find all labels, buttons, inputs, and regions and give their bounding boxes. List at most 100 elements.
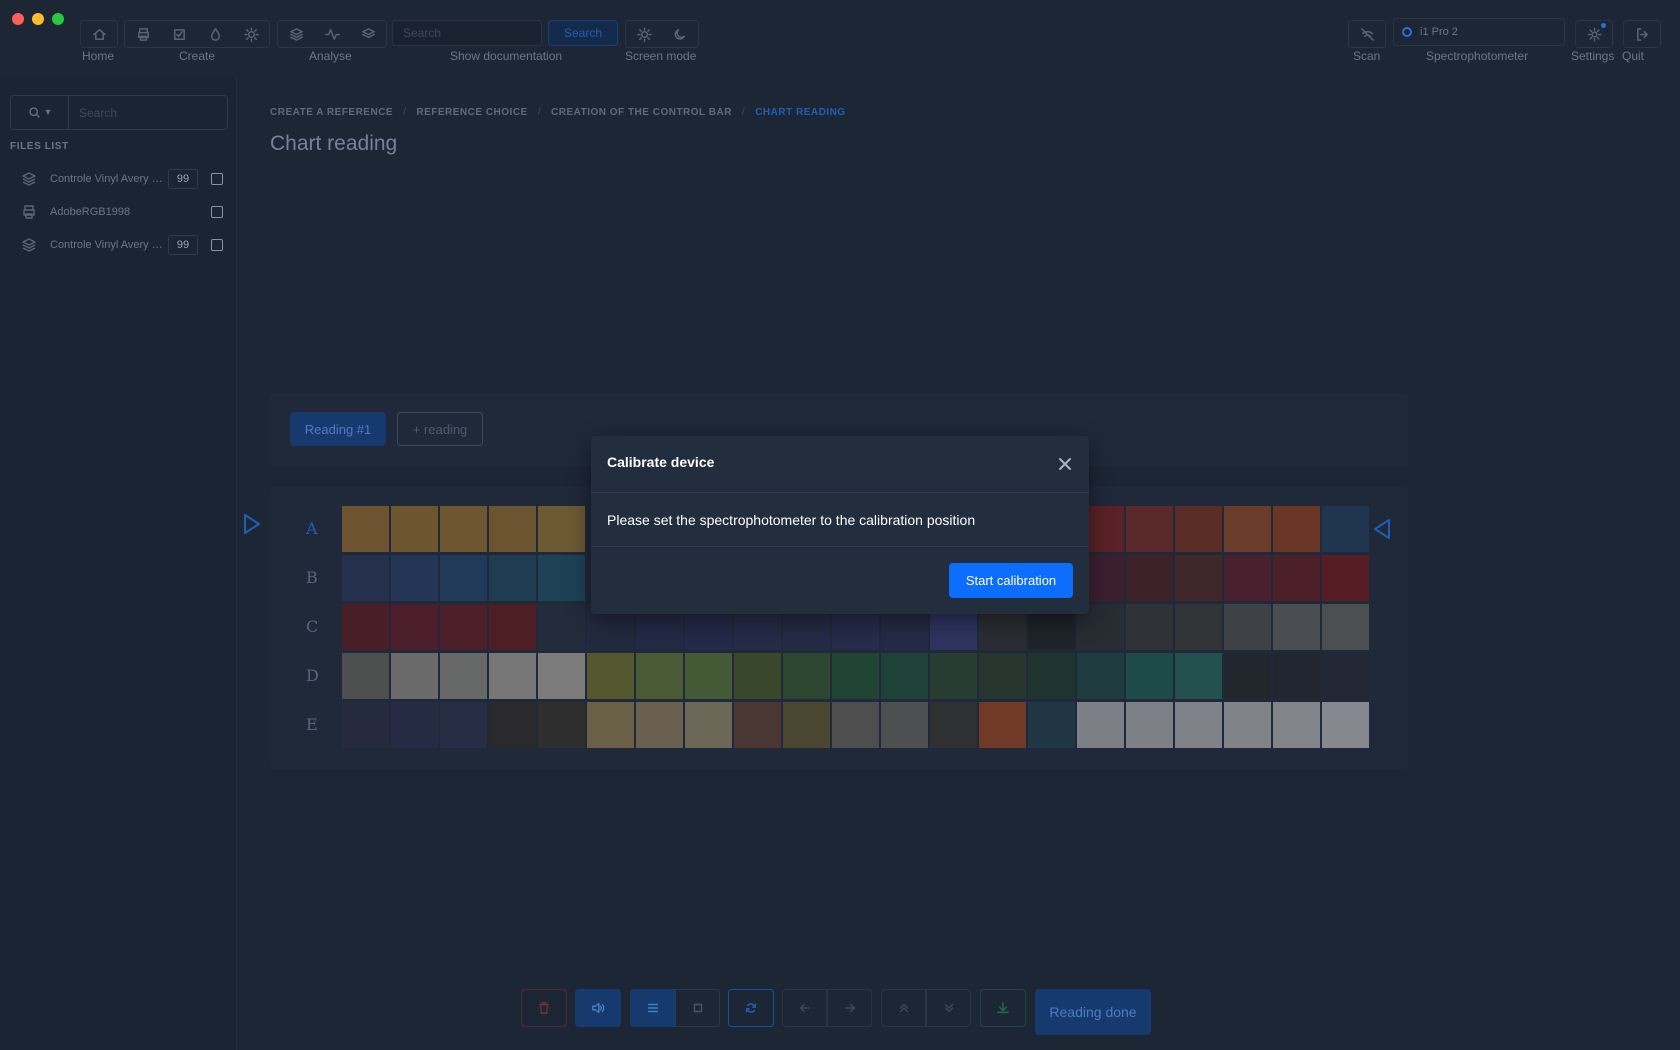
- color-patch[interactable]: [979, 653, 1026, 699]
- color-patch[interactable]: [391, 555, 438, 601]
- file-item[interactable]: AdobeRGB1998: [18, 197, 223, 227]
- color-patch[interactable]: [832, 702, 879, 748]
- color-patch[interactable]: [1224, 604, 1271, 650]
- color-patch[interactable]: [636, 702, 683, 748]
- scan-button[interactable]: [1349, 21, 1385, 47]
- color-patch[interactable]: [1273, 653, 1320, 699]
- add-reading-button[interactable]: + reading: [397, 412, 483, 446]
- color-patch[interactable]: [538, 702, 585, 748]
- sidebar-search-input[interactable]: Search: [69, 96, 227, 129]
- color-patch[interactable]: [342, 702, 389, 748]
- file-checkbox[interactable]: [211, 239, 223, 251]
- color-patch[interactable]: [1126, 702, 1173, 748]
- start-calibration-button[interactable]: Start calibration: [949, 563, 1073, 598]
- file-checkbox[interactable]: [211, 206, 223, 218]
- color-patch[interactable]: [1126, 506, 1173, 552]
- color-patch[interactable]: [440, 555, 487, 601]
- delete-button[interactable]: [521, 989, 567, 1027]
- file-item[interactable]: Controle Vinyl Avery - ... 99: [18, 164, 223, 194]
- color-patch[interactable]: [783, 702, 830, 748]
- settings-button[interactable]: [1576, 21, 1612, 47]
- color-patch[interactable]: [440, 653, 487, 699]
- move-up-button[interactable]: [881, 989, 926, 1027]
- color-patch[interactable]: [1028, 653, 1075, 699]
- color-patch[interactable]: [538, 604, 585, 650]
- color-patch[interactable]: [1322, 702, 1369, 748]
- single-view-button[interactable]: [675, 989, 720, 1027]
- color-patch[interactable]: [1273, 506, 1320, 552]
- color-patch[interactable]: [881, 702, 928, 748]
- doc-search-input[interactable]: Search: [392, 20, 542, 46]
- color-patch[interactable]: [734, 702, 781, 748]
- color-patch[interactable]: [1224, 506, 1271, 552]
- color-patch[interactable]: [1175, 653, 1222, 699]
- color-patch[interactable]: [342, 555, 389, 601]
- color-patch[interactable]: [538, 555, 585, 601]
- color-patch[interactable]: [587, 702, 634, 748]
- home-button[interactable]: [81, 21, 117, 47]
- activity-button[interactable]: [314, 21, 350, 47]
- color-patch[interactable]: [1322, 506, 1369, 552]
- color-patch[interactable]: [685, 653, 732, 699]
- color-patch[interactable]: [489, 604, 536, 650]
- color-patch[interactable]: [489, 653, 536, 699]
- color-patch[interactable]: [391, 653, 438, 699]
- color-patch[interactable]: [1175, 702, 1222, 748]
- ink-button[interactable]: [197, 21, 233, 47]
- color-patch[interactable]: [1224, 555, 1271, 601]
- color-patch[interactable]: [636, 653, 683, 699]
- color-patch[interactable]: [1273, 604, 1320, 650]
- color-patch[interactable]: [930, 653, 977, 699]
- color-patch[interactable]: [1322, 653, 1369, 699]
- color-patch[interactable]: [1126, 555, 1173, 601]
- color-patch[interactable]: [538, 506, 585, 552]
- color-patch[interactable]: [1322, 555, 1369, 601]
- color-patch[interactable]: [440, 702, 487, 748]
- sound-button[interactable]: [575, 989, 621, 1027]
- breadcrumb-item[interactable]: CREATION OF THE CONTROL BAR: [551, 107, 732, 118]
- dark-mode-button[interactable]: [662, 21, 698, 47]
- color-patch[interactable]: [979, 702, 1026, 748]
- color-patch[interactable]: [342, 653, 389, 699]
- color-patch[interactable]: [734, 653, 781, 699]
- play-right-icon[interactable]: [243, 513, 261, 535]
- export-button[interactable]: [980, 989, 1026, 1027]
- reading-done-button[interactable]: Reading done: [1035, 989, 1151, 1035]
- quit-button[interactable]: [1624, 21, 1660, 47]
- layers-button[interactable]: [278, 21, 314, 47]
- checklist-button[interactable]: [161, 21, 197, 47]
- file-checkbox[interactable]: [211, 173, 223, 185]
- color-patch[interactable]: [391, 604, 438, 650]
- color-patch[interactable]: [440, 604, 487, 650]
- color-patch[interactable]: [783, 653, 830, 699]
- color-patch[interactable]: [1224, 653, 1271, 699]
- color-patch[interactable]: [342, 506, 389, 552]
- color-patch[interactable]: [1273, 702, 1320, 748]
- previous-button[interactable]: [782, 989, 827, 1027]
- file-item[interactable]: Controle Vinyl Avery - ... 99: [18, 230, 223, 260]
- color-patch[interactable]: [391, 702, 438, 748]
- light-mode-button[interactable]: [626, 21, 662, 47]
- color-patch[interactable]: [685, 702, 732, 748]
- stack-button[interactable]: [350, 21, 386, 47]
- color-patch[interactable]: [930, 702, 977, 748]
- color-patch[interactable]: [832, 653, 879, 699]
- color-patch[interactable]: [1322, 604, 1369, 650]
- breadcrumb-item[interactable]: REFERENCE CHOICE: [416, 107, 527, 118]
- color-patch[interactable]: [1175, 506, 1222, 552]
- color-patch[interactable]: [1175, 555, 1222, 601]
- color-patch[interactable]: [342, 604, 389, 650]
- color-patch[interactable]: [538, 653, 585, 699]
- color-patch[interactable]: [1175, 604, 1222, 650]
- color-patch[interactable]: [1273, 555, 1320, 601]
- color-patch[interactable]: [1028, 702, 1075, 748]
- list-view-button[interactable]: [630, 989, 675, 1027]
- color-patch[interactable]: [1126, 604, 1173, 650]
- refresh-button[interactable]: [728, 989, 774, 1027]
- color-patch[interactable]: [1077, 653, 1124, 699]
- spectrophotometer-select[interactable]: i1 Pro 2: [1393, 18, 1565, 46]
- color-patch[interactable]: [587, 653, 634, 699]
- color-patch[interactable]: [881, 653, 928, 699]
- color-patch[interactable]: [391, 506, 438, 552]
- breadcrumb-item[interactable]: CREATE A REFERENCE: [270, 107, 393, 118]
